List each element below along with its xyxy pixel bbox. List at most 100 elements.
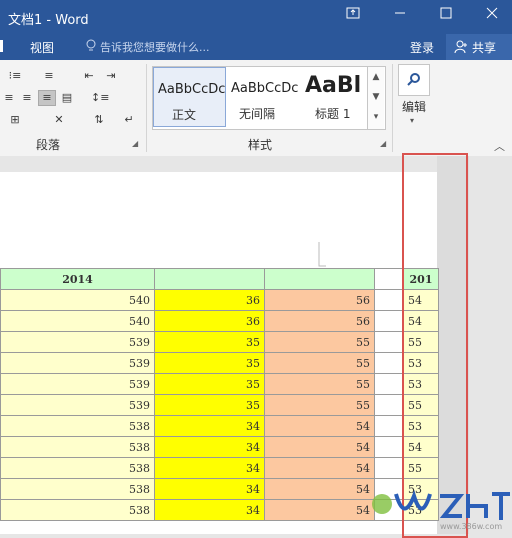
- table-cell[interactable]: 538: [0, 478, 155, 500]
- header-cell[interactable]: [154, 268, 265, 290]
- tell-me-input[interactable]: 告诉我您想要做什么...: [100, 39, 210, 55]
- align-center-icon[interactable]: ≡: [0, 90, 18, 106]
- style-heading-1[interactable]: AaBl 标题 1: [301, 67, 374, 127]
- login-link[interactable]: 登录: [410, 39, 434, 56]
- styles-gallery: AaBbCcDc 正文 AaBbCcDc 无间隔 AaBl 标题 1 ▲ ▼ ▾: [152, 66, 386, 130]
- margin-corner-mark: [318, 242, 326, 267]
- table-cell[interactable]: [374, 289, 404, 311]
- table-cell[interactable]: 56: [264, 310, 375, 332]
- table-cell[interactable]: 54: [264, 436, 375, 458]
- table-cell[interactable]: 34: [154, 436, 265, 458]
- lightbulb-icon: [86, 39, 96, 56]
- editing-label[interactable]: 编辑: [402, 98, 426, 115]
- table-row: 539 35 55 53: [0, 352, 439, 374]
- share-button[interactable]: 共享: [446, 34, 512, 60]
- table-cell[interactable]: 55: [264, 331, 375, 353]
- maximize-icon[interactable]: [436, 6, 456, 26]
- table-cell[interactable]: 54: [264, 415, 375, 437]
- table-cell[interactable]: 539: [0, 394, 155, 416]
- paragraph-dialog-launcher[interactable]: ◢: [132, 140, 140, 148]
- show-marks-icon[interactable]: ↵: [120, 112, 138, 128]
- header-cell[interactable]: 2014: [0, 268, 155, 290]
- distributed-icon[interactable]: ▤: [58, 90, 76, 106]
- share-person-icon: [454, 40, 468, 57]
- group-label-styles: 样式: [248, 138, 273, 152]
- table-row: 539 35 55 53: [0, 373, 439, 395]
- decrease-indent-icon[interactable]: ⇤: [80, 68, 98, 84]
- style-sample: AaBl: [305, 73, 362, 98]
- style-normal[interactable]: AaBbCcDc 正文: [153, 67, 226, 127]
- line-spacing-icon[interactable]: ↕≡: [90, 90, 109, 106]
- table-cell[interactable]: 34: [154, 499, 265, 521]
- table-cell[interactable]: 35: [154, 331, 265, 353]
- table-row: 538 34 54 54: [0, 436, 439, 458]
- table-row: 540 36 56 54: [0, 289, 439, 311]
- ribbon-display-options-icon[interactable]: [343, 6, 363, 26]
- table-cell[interactable]: 34: [154, 457, 265, 479]
- table-cell[interactable]: 54: [264, 478, 375, 500]
- sort-icon[interactable]: ⇅: [90, 112, 108, 128]
- table-cell[interactable]: 55: [264, 352, 375, 374]
- styles-scroll-up-icon[interactable]: ▲: [368, 67, 384, 87]
- title-bar: 文档1 - Word: [0, 0, 512, 34]
- minimize-icon[interactable]: [390, 6, 410, 26]
- table-cell[interactable]: [374, 310, 404, 332]
- share-label: 共享: [472, 41, 497, 55]
- table-cell[interactable]: [374, 436, 404, 458]
- table-cell[interactable]: 56: [264, 289, 375, 311]
- collapse-ribbon-icon[interactable]: ︿: [494, 138, 505, 154]
- justify-icon[interactable]: ≡: [38, 90, 56, 106]
- numbering-icon[interactable]: ⁝≡: [6, 68, 24, 84]
- tab-view[interactable]: 视图: [30, 39, 54, 56]
- table-cell[interactable]: 538: [0, 457, 155, 479]
- table-cell[interactable]: 54: [264, 457, 375, 479]
- styles-dialog-launcher[interactable]: ◢: [380, 140, 388, 148]
- table-cell[interactable]: 54: [264, 499, 375, 521]
- style-no-spacing[interactable]: AaBbCcDc 无间隔: [227, 67, 300, 127]
- table-cell[interactable]: 35: [154, 373, 265, 395]
- table-row: 539 35 55 55: [0, 331, 439, 353]
- table-cell[interactable]: [374, 457, 404, 479]
- table-cell[interactable]: 35: [154, 394, 265, 416]
- table-cell[interactable]: 55: [264, 394, 375, 416]
- table-row: 538 34 54 53: [0, 415, 439, 437]
- table-cell[interactable]: 538: [0, 415, 155, 437]
- multilevel-list-icon[interactable]: ≡: [40, 68, 58, 84]
- table-cell[interactable]: [374, 394, 404, 416]
- table-cell[interactable]: 540: [0, 289, 155, 311]
- style-name: 标题 1: [315, 107, 351, 121]
- search-icon: [407, 73, 420, 86]
- table-row: 538 34 54 55: [0, 457, 439, 479]
- table-cell[interactable]: 539: [0, 352, 155, 374]
- header-cell[interactable]: [374, 268, 404, 290]
- chinese-layout-icon[interactable]: ✕: [50, 112, 68, 128]
- table-cell[interactable]: 36: [154, 310, 265, 332]
- style-name: 无间隔: [239, 107, 276, 121]
- table-cell[interactable]: 539: [0, 331, 155, 353]
- table-cell[interactable]: 539: [0, 373, 155, 395]
- table-cell[interactable]: 55: [264, 373, 375, 395]
- vertical-scrollbar[interactable]: [469, 156, 512, 534]
- table-cell[interactable]: 540: [0, 310, 155, 332]
- close-icon[interactable]: [482, 6, 502, 26]
- editing-dropdown-icon[interactable]: ▾: [410, 116, 414, 125]
- tab-row: 视图 告诉我您想要做什么... 登录 共享: [0, 34, 512, 60]
- table-cell[interactable]: 34: [154, 478, 265, 500]
- styles-scroll-down-icon[interactable]: ▼: [368, 87, 384, 107]
- table-cell[interactable]: [374, 415, 404, 437]
- styles-more-icon[interactable]: ▾: [368, 107, 384, 127]
- table-cell[interactable]: 36: [154, 289, 265, 311]
- increase-indent-icon[interactable]: ⇥: [102, 68, 120, 84]
- align-right-icon[interactable]: ≡: [18, 90, 36, 106]
- tab-fragment[interactable]: [0, 40, 3, 52]
- borders-icon[interactable]: ⊞: [6, 112, 24, 128]
- table-cell[interactable]: 538: [0, 499, 155, 521]
- table-cell[interactable]: 35: [154, 352, 265, 374]
- table-cell[interactable]: [374, 373, 404, 395]
- header-cell[interactable]: [264, 268, 375, 290]
- table-cell[interactable]: [374, 331, 404, 353]
- table-cell[interactable]: 34: [154, 415, 265, 437]
- table-cell[interactable]: 538: [0, 436, 155, 458]
- table-cell[interactable]: [374, 352, 404, 374]
- find-button[interactable]: [398, 64, 430, 96]
